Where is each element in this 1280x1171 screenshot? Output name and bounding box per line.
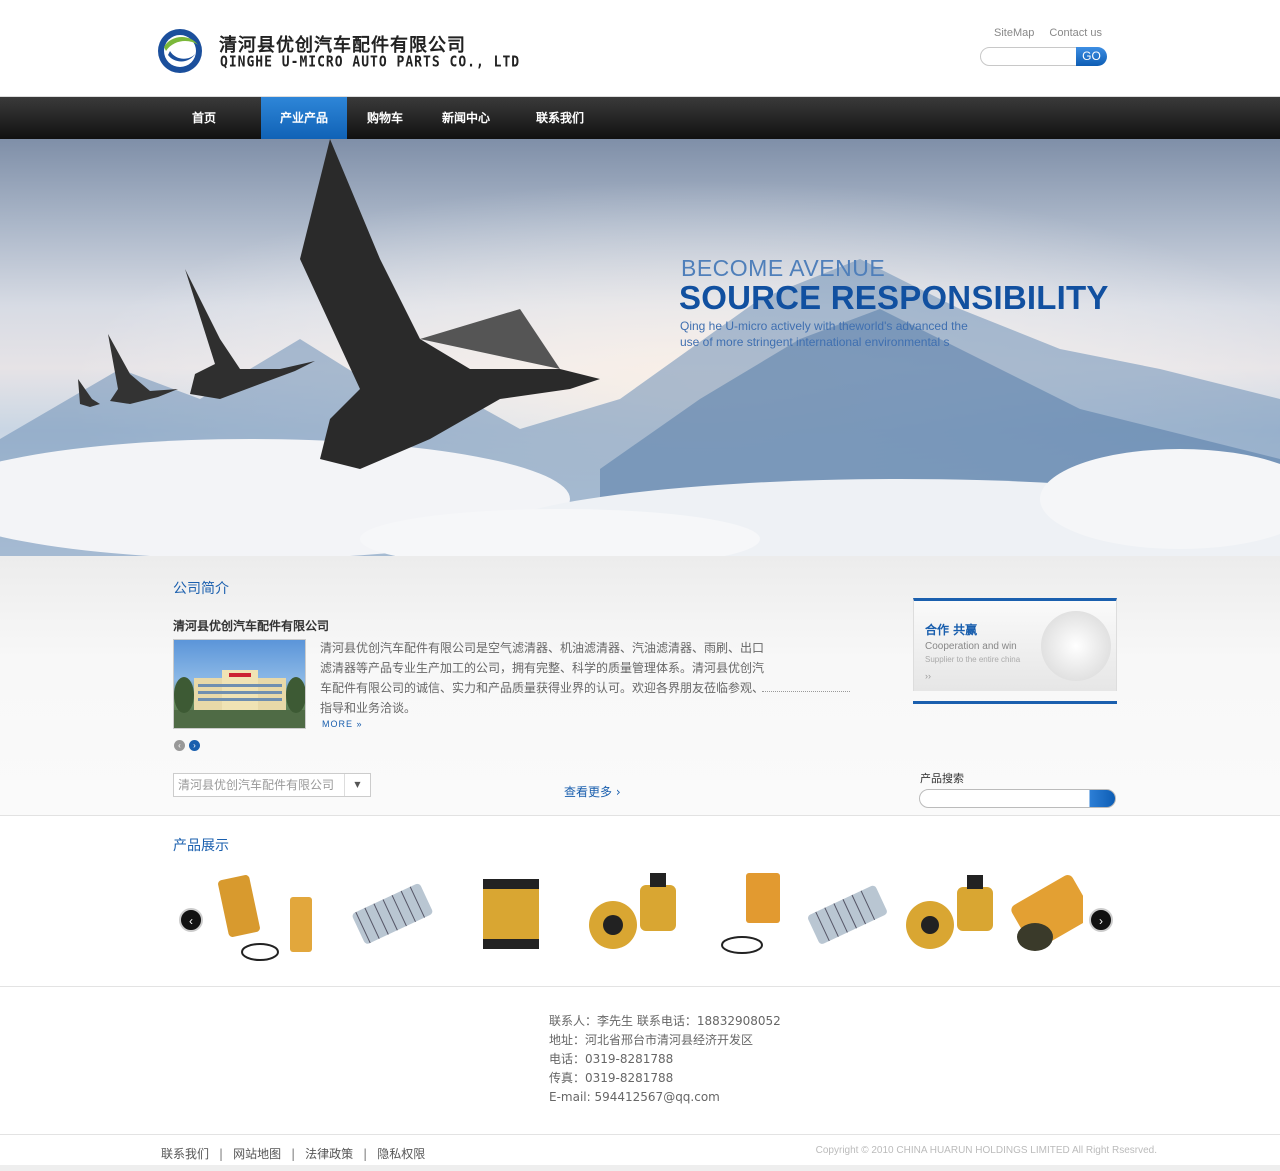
hero-banner: BECOME AVENUE SOURCE RESPONSIBILITY Qing…: [0, 139, 1280, 556]
footer-separator: |: [291, 1147, 296, 1161]
product-image[interactable]: [795, 867, 905, 962]
site-search: GO: [980, 47, 1108, 66]
company-building-photo[interactable]: [173, 639, 306, 729]
company-description: 清河县优创汽车配件有限公司是空气滤清器、机油滤清器、汽油滤清器、雨刷、出口滤清器…: [320, 641, 765, 715]
products-section: 产品展示 ‹ ›: [0, 817, 1280, 987]
banner-description: Qing he U-micro actively with theworld's…: [680, 319, 968, 349]
footer-link-legal[interactable]: 法律政策: [305, 1147, 353, 1161]
footer-link-privacy[interactable]: 隐私权限: [377, 1147, 425, 1161]
product-image[interactable]: [975, 867, 1083, 962]
contact-us-link[interactable]: Contact us: [1049, 27, 1102, 39]
handshake-icon: [1041, 611, 1111, 681]
coop-arrow-icon: ››: [925, 671, 931, 681]
footer-separator: |: [219, 1147, 224, 1161]
header: 清河县优创汽车配件有限公司 QINGHE U-MICRO AUTO PARTS …: [0, 0, 1280, 97]
products-section-title: 产品展示: [173, 838, 229, 854]
bottom-bar: [0, 1165, 1280, 1171]
banner-scene: [0, 139, 1280, 556]
double-chevron-icon: »: [356, 719, 363, 729]
carousel-prev-button[interactable]: ‹: [179, 908, 203, 932]
banner-heading-small: BECOME AVENUE: [681, 255, 886, 281]
chevron-right-icon: ›: [615, 785, 621, 799]
footer-link-contact[interactable]: 联系我们: [161, 1147, 209, 1161]
cooperation-banner[interactable]: 合作 共赢 Cooperation and win Supplier to th…: [913, 598, 1117, 691]
contact-person: 联系人：李先生 联系电话：18832908052: [549, 1014, 781, 1028]
nav-products[interactable]: 产业产品: [261, 97, 347, 139]
nav-contact[interactable]: 联系我们: [520, 97, 600, 139]
banner-heading-large: SOURCE RESPONSIBILITY: [679, 279, 1109, 316]
coop-title: 合作 共赢: [925, 623, 978, 637]
footer-links: 联系我们 | 网站地图 | 法律政策 | 隐私权限: [161, 1145, 425, 1162]
contact-info: 联系人：李先生 联系电话：18832908052 地址：河北省邢台市清河县经济开…: [549, 1012, 781, 1107]
product-search-input[interactable]: [919, 789, 1116, 808]
view-more-label: 查看更多: [564, 785, 613, 799]
contact-phone: 电话：0319-8281788: [549, 1052, 674, 1066]
prev-slide-icon[interactable]: ‹: [174, 740, 185, 751]
product-image[interactable]: [455, 867, 565, 962]
nav-cart[interactable]: 购物车: [350, 97, 420, 139]
company-select[interactable]: 清河县优创汽车配件有限公司 ▼: [173, 773, 371, 797]
product-search-label: 产品搜索: [920, 772, 964, 785]
slide-pager: ‹ ›: [174, 737, 204, 751]
sitemap-link[interactable]: SiteMap: [994, 27, 1034, 39]
view-more-link[interactable]: 查看更多 ›: [564, 783, 621, 800]
footer-link-sitemap[interactable]: 网站地图: [233, 1147, 281, 1161]
top-links: SiteMap Contact us: [982, 27, 1102, 39]
copyright-text: Copyright © 2010 CHINA HUARUN HOLDINGS L…: [815, 1145, 1157, 1156]
dropdown-arrow-icon[interactable]: ▼: [344, 774, 370, 796]
next-slide-icon[interactable]: ›: [189, 740, 200, 751]
site-search-input[interactable]: [980, 47, 1080, 66]
main-nav: 首页 产业产品 购物车 新闻中心 联系我们: [0, 97, 1280, 139]
carousel-next-button[interactable]: ›: [1089, 908, 1113, 932]
intro-section-title: 公司简介: [173, 581, 229, 597]
nav-news[interactable]: 新闻中心: [426, 97, 506, 139]
company-name: 清河县优创汽车配件有限公司: [173, 619, 330, 633]
search-go-button[interactable]: GO: [1076, 47, 1107, 66]
coop-subtitle: Cooperation and win: [925, 641, 1017, 652]
contact-address: 地址：河北省邢台市清河县经济开发区: [549, 1033, 754, 1047]
more-link[interactable]: MORE »: [322, 719, 363, 729]
company-intro-section: 公司简介 清河县优创汽车配件有限公司 清河县优创汽车配件有限公司是空气滤清器、机…: [0, 556, 1280, 816]
coop-underline: [913, 701, 1117, 704]
contact-fax: 传真：0319-8281788: [549, 1071, 674, 1085]
company-logo[interactable]: [156, 27, 204, 75]
product-image[interactable]: [215, 867, 325, 962]
coop-tagline: Supplier to the entire china: [925, 655, 1021, 664]
contact-email: E-mail: 594412567@qq.com: [549, 1090, 720, 1104]
footer-separator: |: [363, 1147, 368, 1161]
dotted-divider: [762, 691, 850, 692]
company-select-value: 清河县优创汽车配件有限公司: [178, 778, 335, 792]
more-label: MORE: [322, 719, 353, 729]
product-image[interactable]: [578, 867, 688, 962]
brand-name-en: QINGHE U-MICRO AUTO PARTS CO., LTD: [220, 54, 521, 72]
product-image[interactable]: [335, 867, 445, 962]
nav-home[interactable]: 首页: [168, 97, 240, 139]
